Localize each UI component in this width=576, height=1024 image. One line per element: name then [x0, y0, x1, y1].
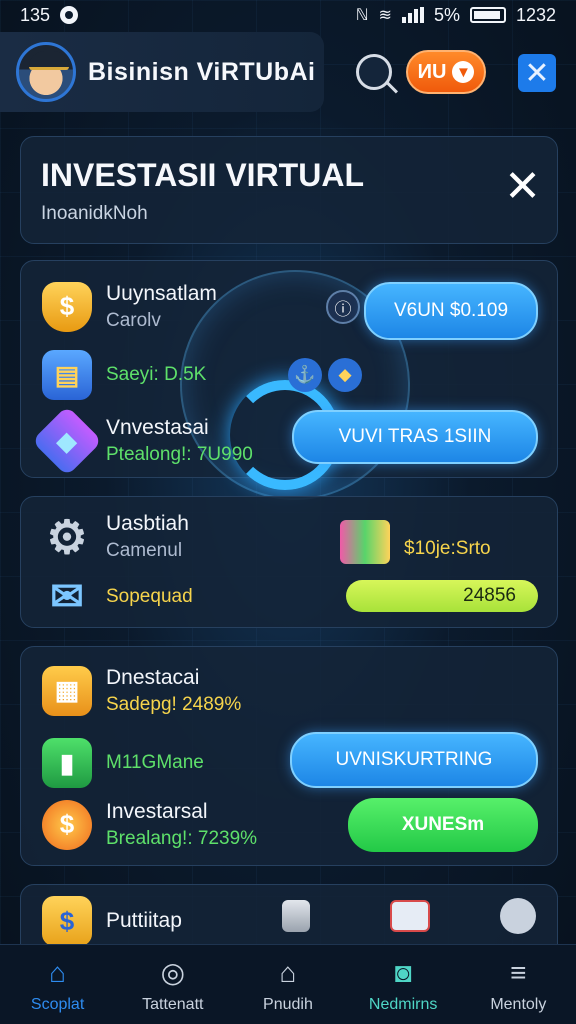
- store-icon: ⌂: [279, 956, 297, 988]
- list-item[interactable]: ▦ Dnestacai Sadepg! 2489%: [42, 664, 241, 718]
- battery-icon: [469, 7, 506, 23]
- list-item[interactable]: $ Puttiitap: [42, 896, 182, 946]
- wifi-icon: ≋: [378, 7, 392, 24]
- bottom-nav: ⌂ Scoplat ◎ Tattenatt ⌂ Pnudih ◙ Nedmirn…: [0, 944, 576, 1024]
- title-card: INVESTASII VIRTUAL InoanidkNoh ✕: [20, 136, 558, 244]
- list-item[interactable]: ⚙ Uasbtiah Camenul: [42, 510, 189, 564]
- database-icon[interactable]: [282, 900, 310, 932]
- list-item[interactable]: ✉ Sopequad: [42, 572, 193, 622]
- home-icon: ⌂: [49, 956, 67, 988]
- nav-item-menu[interactable]: ≡ Mentoly: [463, 956, 573, 1014]
- item-title: Dnestacai: [106, 666, 200, 689]
- item-title: Uasbtiah: [106, 512, 189, 535]
- nav-label: Mentoly: [490, 995, 547, 1013]
- item-sub: Carolv: [106, 310, 161, 332]
- nav-item-home[interactable]: ⌂ Scoplat: [3, 956, 113, 1014]
- gear-icon: ⚙: [46, 510, 88, 563]
- app-title: Bisinisn ViRTUbAi: [88, 57, 316, 86]
- item-title: Investarsal: [106, 800, 208, 823]
- status-bar: 135 ℕ ≋ 5% 1232: [0, 0, 576, 30]
- list-item[interactable]: ▤ Saeyi: D.5K: [42, 350, 206, 400]
- growth-chart-icon: ▮: [42, 738, 92, 788]
- item-sub: Sadepg! 2489%: [106, 694, 242, 716]
- list-item[interactable]: ▮ M11GMane: [42, 738, 204, 788]
- menu-icon: ≡: [510, 956, 527, 988]
- value-text: $10je:Srto: [404, 538, 491, 559]
- orange-action-button[interactable]: ИU ▼: [406, 50, 486, 94]
- radar-icon: ◎: [160, 957, 185, 988]
- item-sub: Brealang!: 7239%: [106, 828, 258, 850]
- settings-circle-icon[interactable]: [500, 898, 536, 934]
- anchor-icon[interactable]: ⚓: [288, 358, 322, 392]
- wallet-icon: ▤: [42, 350, 92, 400]
- value-pill-button[interactable]: V6UN $0.109: [364, 282, 538, 340]
- signal-icon: [401, 7, 424, 23]
- item-title: Sopequad: [106, 586, 193, 608]
- notification-icon: [60, 6, 79, 24]
- nav-label: Scoplat: [30, 995, 85, 1013]
- item-title: M11GMane: [106, 752, 204, 774]
- item-title: Uuynsatlam: [106, 282, 217, 305]
- page-subtitle: InoanidkNoh: [41, 203, 148, 224]
- dollar-badge-icon: $: [42, 799, 92, 850]
- status-time-left: 135: [20, 4, 51, 25]
- nav-label: Tattenatt: [142, 995, 204, 1013]
- diamond-icon: ◆: [31, 405, 103, 477]
- value-bar-pill[interactable]: 24856: [346, 580, 538, 612]
- nav-item-radar[interactable]: ◎ Tattenatt: [118, 956, 228, 1014]
- info-icon[interactable]: ⓘ: [326, 290, 360, 324]
- gem-icon[interactable]: ◆: [328, 358, 362, 392]
- nav-item-camera[interactable]: ◙ Nedmirns: [348, 956, 458, 1014]
- blue-action-button[interactable]: UVNISKURTRING: [290, 732, 538, 788]
- close-square-icon[interactable]: ✕: [518, 54, 556, 92]
- coins-box-icon: ▦: [42, 665, 92, 716]
- item-sub: Camenul: [106, 540, 183, 562]
- chevron-down-icon: ▼: [452, 61, 475, 83]
- nav-label: Pnudih: [263, 995, 313, 1013]
- app-header: Bisinisn ViRTUbAi: [0, 32, 324, 112]
- list-item[interactable]: $ Uuynsatlam Carolv: [42, 280, 217, 334]
- inbox-icon[interactable]: [390, 900, 430, 932]
- mail-icon: ✉: [50, 575, 84, 619]
- invest-pill-button[interactable]: VUVI TRAS 1SIIN: [292, 410, 538, 464]
- status-time-right: 1232: [515, 4, 556, 25]
- nav-label: Nedmirns: [368, 995, 438, 1013]
- item-sub: Saeyi: D.5K: [106, 364, 207, 386]
- avatar[interactable]: [16, 42, 76, 102]
- list-item[interactable]: $ Investarsal Brealang!: 7239%: [42, 798, 257, 852]
- close-icon[interactable]: ✕: [504, 165, 541, 209]
- cube-stack-icon: [340, 520, 390, 564]
- shield-dollar-icon: $: [42, 281, 92, 332]
- header-actions: ИU ▼: [356, 50, 486, 94]
- orange-button-label: ИU: [417, 60, 447, 83]
- item-title: Vnvestasai: [106, 416, 209, 439]
- camera-icon: ◙: [394, 956, 412, 988]
- item-sub: Ptealong!: 7U990: [106, 444, 253, 466]
- search-icon[interactable]: [356, 54, 392, 90]
- money-icon: $: [42, 896, 92, 946]
- nav-item-store[interactable]: ⌂ Pnudih: [233, 956, 343, 1014]
- page-title: INVESTASII VIRTUAL: [41, 157, 364, 193]
- list-item[interactable]: ◆ Vnvestasai Ptealong!: 7U990: [31, 405, 253, 477]
- nfc-icon: ℕ: [355, 7, 369, 24]
- green-action-button[interactable]: XUNESm: [348, 798, 538, 852]
- battery-percent: 5%: [433, 4, 460, 25]
- item-title: Puttiitap: [106, 908, 182, 932]
